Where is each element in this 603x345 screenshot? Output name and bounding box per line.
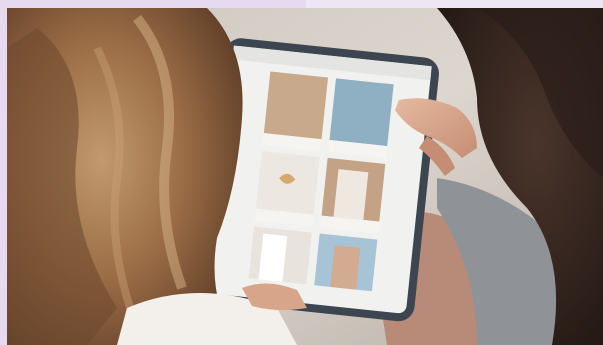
frame-top-strip (0, 0, 306, 8)
catalog-tile (329, 78, 394, 147)
frame-left-strip (0, 0, 7, 345)
image-frame (0, 0, 603, 345)
photo-illustration (7, 8, 603, 345)
catalog-tile (263, 71, 329, 140)
photo (7, 8, 603, 345)
